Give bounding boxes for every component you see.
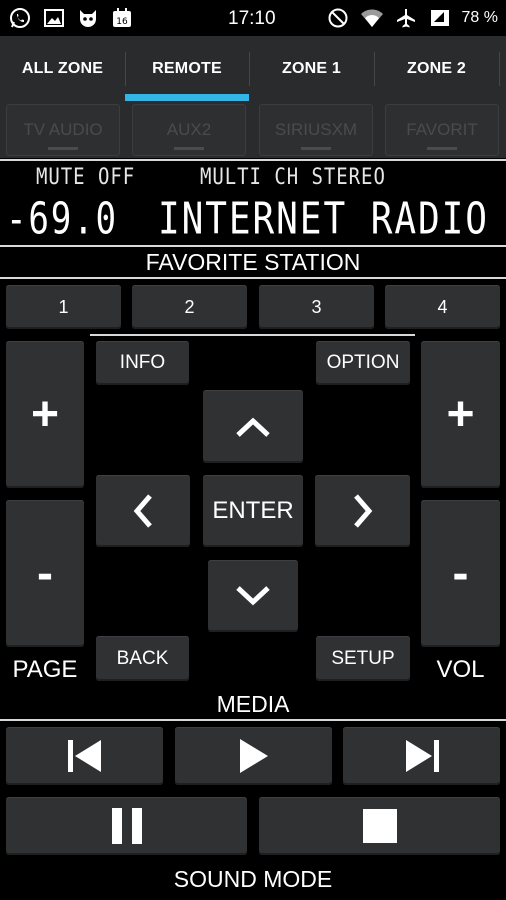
image-icon xyxy=(42,6,66,30)
cursor-left-button[interactable] xyxy=(96,475,190,547)
input-label: FAVORIT xyxy=(406,120,478,139)
battery-level: 78 % xyxy=(461,9,498,26)
status-bar: 16 17:10 78 % xyxy=(0,0,506,36)
cursor-down-button[interactable] xyxy=(208,560,298,632)
tab-zone-1[interactable]: ZONE 1 xyxy=(249,36,374,102)
mute-status: MUTE OFF xyxy=(36,163,136,190)
tab-all-zone[interactable]: ALL ZONE xyxy=(0,36,125,102)
calendar-day: 16 xyxy=(116,17,128,27)
skip-previous-icon xyxy=(67,740,101,772)
input-indicator xyxy=(301,147,331,150)
active-tab-indicator xyxy=(125,94,249,101)
setup-button[interactable]: SETUP xyxy=(316,636,410,681)
option-button[interactable]: OPTION xyxy=(316,341,410,385)
divider xyxy=(0,245,506,247)
favorite-station-title: FAVORITE STATION xyxy=(145,249,361,275)
input-tv-audio-button[interactable]: TV AUDIO xyxy=(6,104,120,156)
media-title: MEDIA xyxy=(216,691,290,717)
previous-track-button[interactable] xyxy=(6,727,163,785)
chevron-down-icon xyxy=(236,586,270,606)
skip-next-icon xyxy=(405,740,439,772)
pause-button[interactable] xyxy=(6,797,247,855)
favorite-2-button[interactable]: 2 xyxy=(132,285,247,329)
calendar-icon: 16 xyxy=(110,6,134,30)
whatsapp-icon xyxy=(8,6,32,30)
surround-mode: MULTI CH STEREO xyxy=(200,163,386,190)
enter-button[interactable]: ENTER xyxy=(203,475,303,547)
input-siriusxm-button[interactable]: SIRIUSXM xyxy=(259,104,373,156)
page-up-button[interactable]: + xyxy=(6,341,84,488)
page-down-button[interactable]: - xyxy=(6,500,84,647)
input-indicator xyxy=(174,147,204,150)
input-favorite-button[interactable]: FAVORIT xyxy=(385,104,499,156)
input-label: TV AUDIO xyxy=(23,120,103,139)
volume-up-button[interactable]: + xyxy=(421,341,500,488)
input-label: AUX2 xyxy=(166,120,212,139)
system-icons: 78 % xyxy=(326,6,498,30)
zone-tab-bar: ALL ZONE REMOTE ZONE 1 ZONE 2 xyxy=(0,36,506,102)
page-label: PAGE xyxy=(12,656,78,683)
favorite-4-button[interactable]: 4 xyxy=(385,285,500,329)
chevron-left-icon xyxy=(133,494,152,528)
chevron-up-icon xyxy=(236,417,270,437)
source-readout: INTERNET RADIO xyxy=(158,193,489,244)
divider xyxy=(0,719,506,721)
tab-zone-2[interactable]: ZONE 2 xyxy=(374,36,499,102)
cursor-right-button[interactable] xyxy=(315,475,410,547)
do-not-disturb-icon xyxy=(326,6,350,30)
favorite-3-button[interactable]: 3 xyxy=(259,285,374,329)
airplane-icon xyxy=(394,6,418,30)
wifi-icon xyxy=(360,6,384,30)
input-indicator xyxy=(48,147,78,150)
info-button[interactable]: INFO xyxy=(96,341,189,385)
divider xyxy=(0,277,506,279)
chevron-right-icon xyxy=(353,494,372,528)
divider xyxy=(0,159,506,161)
cat-icon xyxy=(76,6,100,30)
next-track-button[interactable] xyxy=(343,727,500,785)
tab-divider xyxy=(499,52,500,86)
data-saver-icon xyxy=(428,6,452,30)
volume-down-button[interactable]: - xyxy=(421,500,500,647)
input-source-strip[interactable]: TV AUDIO AUX2 SIRIUSXM FAVORIT xyxy=(0,102,506,158)
input-label: SIRIUSXM xyxy=(274,120,358,139)
input-aux2-button[interactable]: AUX2 xyxy=(132,104,246,156)
cursor-up-button[interactable] xyxy=(203,390,303,463)
input-indicator xyxy=(427,147,457,150)
divider xyxy=(90,334,415,336)
favorite-1-button[interactable]: 1 xyxy=(6,285,121,329)
back-button[interactable]: BACK xyxy=(96,636,189,681)
pause-icon xyxy=(111,808,142,844)
play-icon xyxy=(239,739,268,773)
stop-icon xyxy=(362,809,397,843)
sound-mode-title: SOUND MODE xyxy=(173,866,333,892)
play-button[interactable] xyxy=(175,727,332,785)
vol-label: VOL xyxy=(436,656,485,683)
stop-button[interactable] xyxy=(259,797,500,855)
notification-icons: 16 xyxy=(8,6,134,30)
tab-remote[interactable]: REMOTE xyxy=(125,36,249,102)
volume-readout: -69.0 xyxy=(6,193,118,244)
clock: 17:10 xyxy=(228,8,276,29)
